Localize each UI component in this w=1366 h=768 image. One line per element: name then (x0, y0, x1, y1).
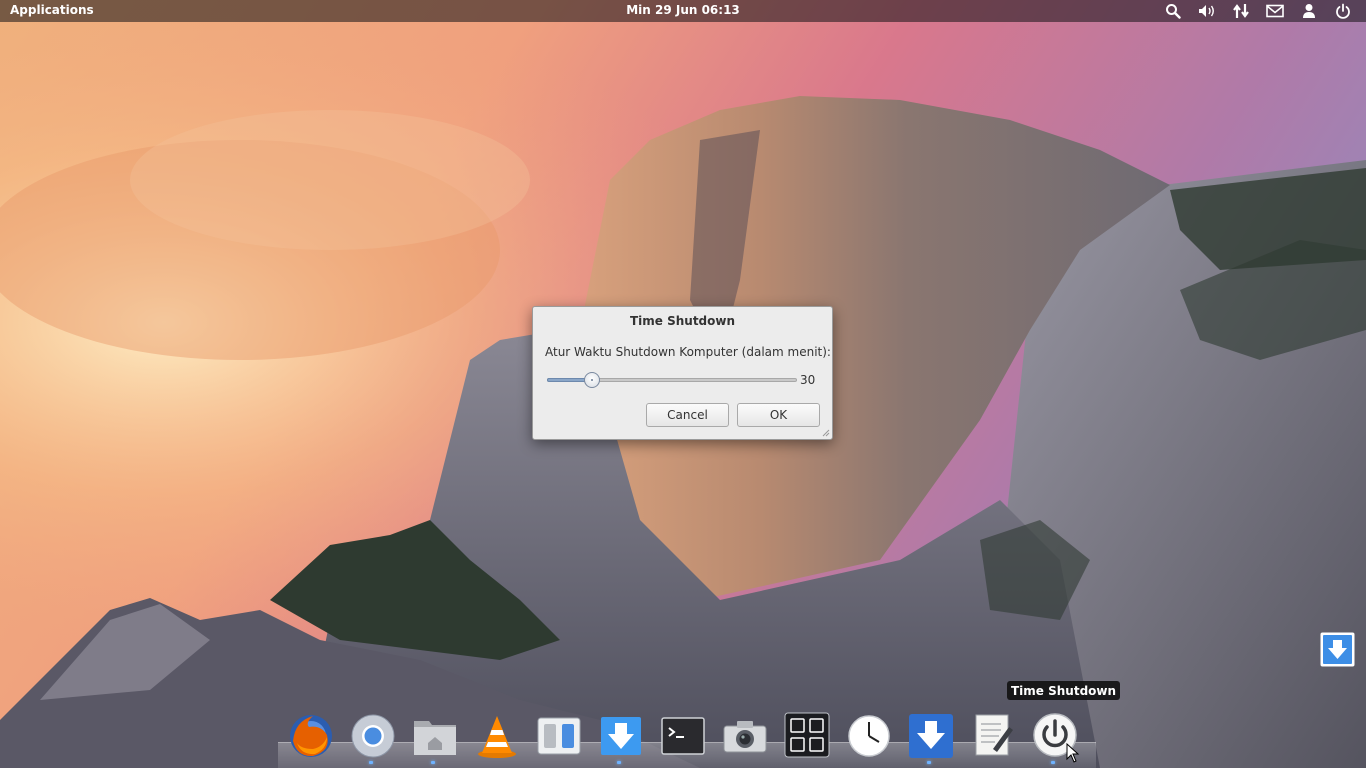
dialog-title: Time Shutdown (629, 314, 736, 328)
clock[interactable]: Min 29 Jun 06:13 (626, 3, 740, 17)
download-manager-icon[interactable] (907, 711, 955, 761)
dock-running-indicator (431, 761, 435, 764)
mail-icon[interactable] (1258, 0, 1292, 22)
cancel-button[interactable]: Cancel (646, 403, 729, 427)
mouse-cursor-icon (1066, 743, 1080, 763)
home-folder-icon[interactable] (411, 711, 459, 761)
slider-handle[interactable] (584, 372, 600, 388)
text-editor-icon[interactable] (969, 711, 1017, 761)
power-icon[interactable] (1326, 0, 1360, 22)
dock-tooltip: Time Shutdown (1007, 681, 1121, 700)
applications-menu[interactable]: Applications (10, 3, 94, 17)
dock-running-indicator (927, 761, 931, 764)
volume-icon[interactable] (1190, 0, 1224, 22)
vlc-icon[interactable] (473, 711, 521, 761)
resize-grip-icon[interactable] (820, 427, 830, 437)
top-panel: Applications Min 29 Jun 06:13 (0, 0, 1366, 22)
slider-value: 30 (800, 373, 816, 387)
shutdown-minutes-label: Atur Waktu Shutdown Komputer (dalam meni… (545, 345, 831, 359)
terminal-icon[interactable] (659, 711, 707, 761)
ok-button[interactable]: OK (737, 403, 820, 427)
chromium-icon[interactable] (349, 711, 397, 761)
minutes-slider[interactable] (547, 372, 797, 388)
dock-running-indicator (617, 761, 621, 764)
firefox-icon[interactable] (287, 711, 335, 761)
camera-icon[interactable] (721, 711, 769, 761)
dock-running-indicator (369, 761, 373, 764)
time-shutdown-dialog: Time Shutdown Atur Waktu Shutdown Komput… (532, 306, 833, 440)
clock-icon[interactable] (845, 711, 893, 761)
switchboard-icon[interactable] (535, 711, 583, 761)
network-icon[interactable] (1224, 0, 1258, 22)
desktop-download-icon[interactable] (1320, 632, 1355, 667)
system-monitor-icon[interactable] (783, 711, 831, 761)
download-icon[interactable] (597, 711, 645, 761)
indicator-area (1156, 0, 1360, 22)
user-icon[interactable] (1292, 0, 1326, 22)
dock-running-indicator (1051, 761, 1055, 764)
search-icon[interactable] (1156, 0, 1190, 22)
